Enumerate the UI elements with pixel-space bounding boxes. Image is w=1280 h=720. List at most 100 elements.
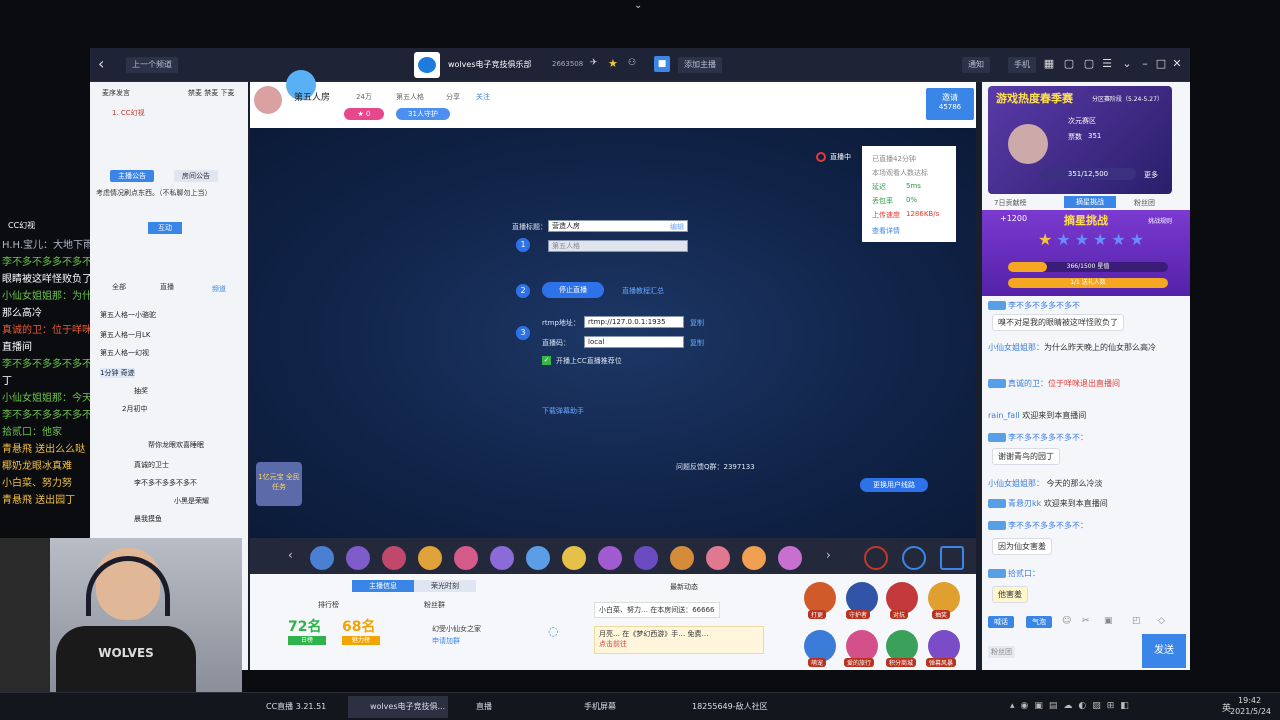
- download-danmaku-link[interactable]: 下载弹幕助手: [542, 406, 584, 416]
- interact-tab[interactable]: 互动: [148, 222, 182, 234]
- mic-order-tab[interactable]: 麦序发言: [102, 88, 130, 98]
- list-item[interactable]: 2月初中: [122, 404, 147, 414]
- gift-item[interactable]: [742, 546, 766, 570]
- input-tab-shout[interactable]: 喊话: [988, 616, 1014, 628]
- list-item[interactable]: 第五人格一小骆驼: [100, 310, 156, 320]
- settings-icon[interactable]: ▢: [1082, 57, 1096, 71]
- news-more-link[interactable]: 点击前往: [599, 639, 759, 649]
- list-tab-live[interactable]: 直播: [160, 282, 174, 292]
- list-item[interactable]: 李不多不多多不多不: [134, 478, 197, 488]
- skin-icon[interactable]: ▢: [1062, 57, 1076, 71]
- notify-button[interactable]: 通知: [962, 57, 990, 73]
- gift-item[interactable]: [490, 546, 514, 570]
- taskbar-item[interactable]: 直播: [454, 696, 554, 718]
- rank-icon[interactable]: [902, 546, 926, 570]
- share-link[interactable]: 分享: [446, 92, 460, 102]
- live-title-input[interactable]: 营造人房: [548, 220, 688, 232]
- gift-item[interactable]: [382, 546, 406, 570]
- copy-key-link[interactable]: 复制: [690, 338, 704, 348]
- gift-item[interactable]: [562, 546, 586, 570]
- chat-icon[interactable]: ◌: [548, 624, 558, 638]
- gift-item[interactable]: [310, 546, 334, 570]
- chat-nick[interactable]: 小仙女姐姐那：: [988, 343, 1044, 352]
- gift-item[interactable]: [598, 546, 622, 570]
- challenge-rule-link[interactable]: 挑战规则: [1148, 216, 1172, 225]
- copy-rtmp-link[interactable]: 复制: [690, 318, 704, 328]
- taskbar-item[interactable]: CC直播 3.21.51: [244, 696, 344, 718]
- gift-next-icon[interactable]: ›: [826, 548, 831, 562]
- chat-nick[interactable]: 李不多不多多不多不：: [1008, 521, 1088, 530]
- category-input[interactable]: 第五人格: [548, 240, 688, 252]
- taskbar-item[interactable]: 手机屏幕: [562, 696, 662, 718]
- tutorial-link[interactable]: 直播教程汇总: [622, 286, 664, 296]
- chat-input[interactable]: [988, 634, 1138, 668]
- panel-tab[interactable]: 7日贡献榜: [994, 198, 1026, 208]
- taskbar-item[interactable]: wolves电子竞技俱...: [348, 696, 448, 718]
- tray-icons[interactable]: ▴◉▣▤☁◐▨⊞◧: [1010, 701, 1135, 711]
- gift-item[interactable]: [346, 546, 370, 570]
- category-link[interactable]: 第五人格: [396, 92, 424, 102]
- invite-button[interactable]: 邀请 45786: [926, 88, 974, 120]
- add-anchor-button[interactable]: 添加主播: [678, 57, 722, 73]
- list-item[interactable]: 真诚的卫士: [134, 460, 169, 470]
- gift-item[interactable]: [526, 546, 550, 570]
- collapse-icon[interactable]: ⌄: [1120, 57, 1134, 71]
- close-icon[interactable]: ✕: [1170, 57, 1184, 71]
- follow-link[interactable]: 关注: [476, 92, 490, 102]
- list-item[interactable]: 小黑是荣耀: [174, 496, 209, 506]
- send-button[interactable]: 发送: [1142, 634, 1186, 668]
- back-icon[interactable]: ‹: [98, 54, 104, 73]
- store-icon[interactable]: [940, 546, 964, 570]
- gift-item[interactable]: [706, 546, 730, 570]
- image-icon[interactable]: ▣: [1104, 616, 1113, 626]
- event-banner[interactable]: 游戏热度春季赛 分区赛阶段（5.24-5.27） 次元赛区 票数 351 351…: [988, 86, 1172, 194]
- list-item[interactable]: 抽奖: [134, 386, 148, 396]
- scissor-icon[interactable]: ✂: [1082, 616, 1090, 626]
- list-item[interactable]: 1分钟 奇迹: [100, 368, 135, 378]
- clock-date[interactable]: 2021/5/24: [1230, 707, 1271, 716]
- list-item[interactable]: 帮你龙眼欢喜睡眠: [148, 440, 204, 450]
- chat-nick[interactable]: 青悬刃kk: [1008, 499, 1041, 508]
- prev-channel-button[interactable]: 上一个频道: [126, 57, 178, 73]
- list-item[interactable]: 第五人格一月LK: [100, 330, 151, 340]
- chevron-down-icon[interactable]: ⌄: [634, 0, 642, 11]
- users-icon[interactable]: ⚇: [628, 58, 636, 68]
- clear-icon[interactable]: ◇: [1158, 616, 1165, 626]
- emoji-icon[interactable]: ☺: [1062, 616, 1071, 626]
- panel-tab-active[interactable]: 摘星挑战: [1064, 196, 1116, 208]
- list-item[interactable]: 晨我摸鱼: [134, 514, 162, 524]
- panel-tab[interactable]: 粉丝团: [1134, 198, 1155, 208]
- gift-item[interactable]: [778, 546, 802, 570]
- list-tab-channel[interactable]: 频道: [212, 284, 226, 294]
- news-tab[interactable]: 最新动态: [670, 582, 698, 592]
- edit-title-link[interactable]: 编辑: [670, 222, 684, 232]
- notice-tab-room[interactable]: 房间公告: [174, 170, 218, 182]
- gift-item[interactable]: [454, 546, 478, 570]
- star-icon[interactable]: ★: [608, 57, 618, 70]
- switch-line-button[interactable]: 更换用户线路: [860, 478, 928, 492]
- chat-nick[interactable]: 拾贰口：: [1008, 569, 1040, 578]
- maximize-icon[interactable]: □: [1154, 57, 1168, 71]
- menu-icon[interactable]: ☰: [1100, 57, 1114, 71]
- chat-nick[interactable]: 李不多不多多不多不: [1008, 301, 1080, 310]
- taskbar-item[interactable]: 18255649-敌人社区: [670, 696, 780, 718]
- rtmp-input[interactable]: rtmp://127.0.0.1:1935: [584, 316, 684, 328]
- input-tab-bubble[interactable]: 气泡: [1026, 616, 1052, 628]
- phone-button[interactable]: 手机: [1008, 57, 1036, 73]
- tab-glory[interactable]: 荣光时刻: [414, 580, 476, 592]
- gift-item[interactable]: [418, 546, 442, 570]
- stats-detail-link[interactable]: 查看详情: [872, 226, 900, 236]
- tab-anchor-info[interactable]: 主播信息: [352, 580, 414, 592]
- chat-nick[interactable]: 李不多不多多不多不：: [1008, 433, 1088, 442]
- banner-more-link[interactable]: 更多: [1144, 170, 1158, 180]
- clock-time[interactable]: 19:42: [1238, 696, 1261, 705]
- gift-prev-icon[interactable]: ‹: [288, 548, 293, 562]
- bag-icon[interactable]: ◰: [1132, 616, 1141, 626]
- mic-control-tab[interactable]: 禁麦 禁麦 下麦: [188, 88, 234, 98]
- stop-live-button[interactable]: 停止直播: [542, 282, 604, 298]
- list-item[interactable]: 第五人格一幻视: [100, 348, 149, 358]
- recommend-checkbox[interactable]: ✓: [542, 356, 551, 365]
- avatar[interactable]: [254, 86, 282, 114]
- list-tab-all[interactable]: 全部: [112, 282, 126, 292]
- guard-badge[interactable]: 31人守护: [396, 108, 450, 120]
